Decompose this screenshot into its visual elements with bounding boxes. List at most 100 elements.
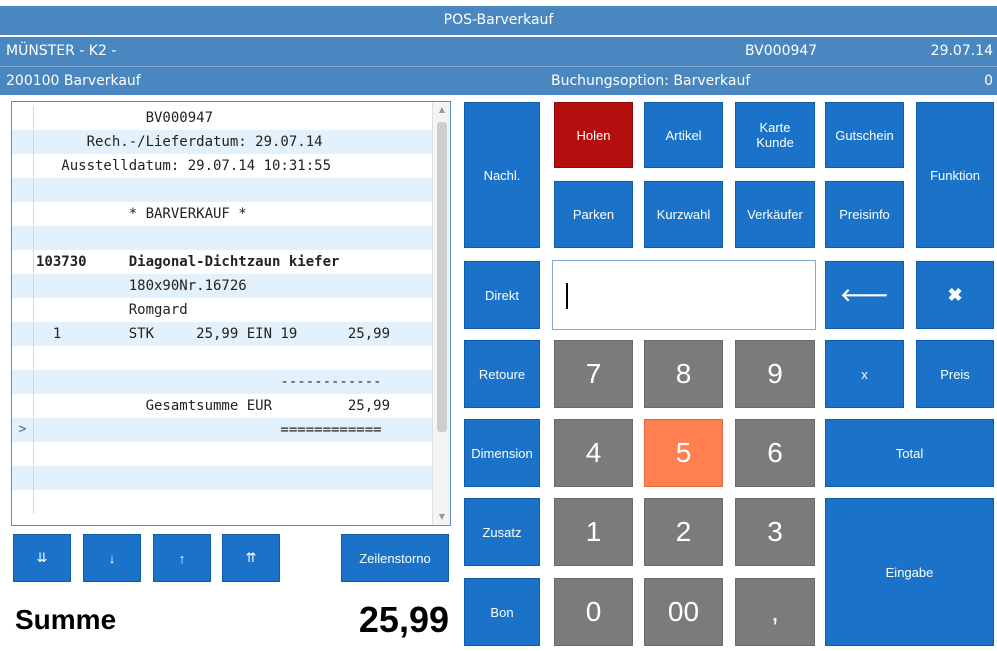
row-indicator (12, 250, 34, 274)
receipt-row[interactable] (12, 490, 432, 514)
kurzwahl-button[interactable]: Kurzwahl (644, 181, 723, 248)
receipt-row[interactable]: Rech.-/Lieferdatum: 29.07.14 (12, 130, 432, 154)
key-7[interactable]: 7 (554, 340, 633, 408)
key-1[interactable]: 1 (554, 498, 633, 566)
receipt-row[interactable]: Gesamtsumme EUR 25,99 (12, 394, 432, 418)
key-comma-label: , (771, 596, 779, 627)
window-titlebar: POS-Barverkauf (0, 6, 997, 35)
receipt-row[interactable]: Ausstelldatum: 29.07.14 10:31:55 (12, 154, 432, 178)
karte-kunde-label-1: Karte (759, 120, 791, 135)
key-4[interactable]: 4 (554, 419, 633, 487)
scroll-down-button[interactable]: ↓ (83, 534, 141, 582)
holen-label: Holen (576, 127, 611, 143)
sum-value: 25,99 (358, 599, 449, 640)
verkaeufer-button[interactable]: Verkäufer (735, 181, 815, 248)
zusatz-button[interactable]: Zusatz (464, 498, 540, 566)
receipt-row[interactable]: 180x90Nr.16726 (12, 274, 432, 298)
key-comma[interactable]: , (735, 578, 815, 646)
artikel-button[interactable]: Artikel (644, 102, 723, 168)
row-indicator (12, 226, 34, 250)
row-indicator: > (12, 418, 34, 442)
total-button[interactable]: Total (825, 419, 994, 487)
scroll-thumb[interactable] (437, 122, 447, 432)
receipt-row[interactable]: > ============ (12, 418, 432, 442)
key-00[interactable]: 00 (644, 578, 723, 646)
key-3-label: 3 (767, 516, 783, 547)
receipt-row[interactable] (12, 226, 432, 250)
scroll-top-button[interactable]: ⇈ (222, 534, 280, 582)
receipt-row-text: 1 STK 25,99 EIN 19 25,99 (36, 326, 391, 342)
header-row-1: MÜNSTER - K2 - BV000947 29.07.14 (0, 37, 997, 66)
karte-kunde-label-2: Kunde (756, 135, 794, 150)
key-8-label: 8 (675, 358, 692, 389)
text-caret (566, 283, 568, 309)
header-date: 29.07.14 (930, 43, 993, 59)
verkaeufer-label: Verkäufer (747, 207, 803, 222)
bon-button[interactable]: Bon (464, 578, 540, 646)
key-9-label: 9 (767, 358, 783, 389)
key-2[interactable]: 2 (644, 498, 723, 566)
karte-kunde-button[interactable]: Karte Kunde (735, 102, 815, 168)
receipt-row[interactable]: Romgard (12, 298, 432, 322)
eingabe-button[interactable]: Eingabe (825, 498, 994, 646)
booking-option: Buchungsoption: Barverkauf (551, 73, 751, 89)
retoure-button[interactable]: Retoure (464, 340, 540, 408)
holen-button[interactable]: Holen (554, 102, 633, 168)
direkt-label: Direkt (485, 287, 519, 303)
key-3[interactable]: 3 (735, 498, 815, 566)
funktion-button[interactable]: Funktion (916, 102, 994, 248)
multiply-button[interactable]: x (825, 340, 904, 408)
direkt-button[interactable]: Direkt (464, 261, 540, 329)
scroll-bottom-button[interactable]: ⇊ (13, 534, 71, 582)
sum-label: Summe (15, 604, 117, 635)
receipt-list[interactable]: BV000947 Rech.-/Lieferdatum: 29.07.14 Au… (11, 101, 451, 526)
nachl-button[interactable]: Nachl. (464, 102, 540, 248)
receipt-row-text: BV000947 (36, 110, 214, 126)
key-2-label: 2 (675, 516, 692, 547)
receipt-row[interactable] (12, 442, 432, 466)
amount-input[interactable] (552, 260, 816, 330)
key-5[interactable]: 5 (644, 419, 723, 487)
row-indicator (12, 442, 34, 466)
retoure-label: Retoure (478, 366, 526, 382)
preis-label: Preis (940, 366, 970, 382)
key-8[interactable]: 8 (644, 340, 723, 408)
receipt-row[interactable] (12, 346, 432, 370)
receipt-row[interactable] (12, 178, 432, 202)
dimension-button[interactable]: Dimension (464, 419, 540, 487)
artikel-label: Artikel (665, 127, 702, 143)
backspace-button[interactable]: 🡐 (825, 261, 904, 329)
down-arrow-icon: ↓ (108, 550, 116, 566)
scroll-up-icon[interactable]: ▲ (433, 102, 450, 118)
parken-button[interactable]: Parken (554, 181, 633, 248)
gutschein-button[interactable]: Gutschein (825, 102, 904, 168)
double-up-arrow-icon: ⇈ (245, 550, 257, 565)
line-cancel-button[interactable]: Zeilenstorno (341, 534, 449, 582)
scroll-up-button[interactable]: ↑ (153, 534, 211, 582)
preisinfo-button[interactable]: Preisinfo (825, 181, 904, 248)
key-9[interactable]: 9 (735, 340, 815, 408)
receipt-row[interactable]: ------------ (12, 370, 432, 394)
eingabe-label: Eingabe (885, 564, 934, 580)
key-5-label: 5 (675, 437, 692, 468)
up-arrow-icon: ↑ (178, 550, 186, 566)
scroll-down-icon[interactable]: ▼ (433, 509, 450, 525)
total-label: Total (895, 445, 924, 461)
receipt-row-text: Rech.-/Lieferdatum: 29.07.14 (36, 134, 323, 150)
receipt-row[interactable] (12, 466, 432, 490)
key-6[interactable]: 6 (735, 419, 815, 487)
receipt-row[interactable]: * BARVERKAUF * (12, 202, 432, 226)
clear-button[interactable]: ✖ (916, 261, 994, 329)
document-number: BV000947 (745, 43, 818, 59)
row-indicator (12, 106, 34, 130)
row-indicator (12, 370, 34, 394)
receipt-row[interactable]: BV000947 (12, 106, 432, 130)
receipt-row-text: Ausstelldatum: 29.07.14 10:31:55 (36, 158, 332, 174)
backspace-arrow-icon: 🡐 (840, 284, 889, 305)
row-indicator (12, 274, 34, 298)
key-0[interactable]: 0 (554, 578, 633, 646)
preis-button[interactable]: Preis (916, 340, 994, 408)
receipt-row[interactable]: 103730 Diagonal-Dichtzaun kiefer (12, 250, 432, 274)
receipt-row[interactable]: 1 STK 25,99 EIN 19 25,99 (12, 322, 432, 346)
receipt-scrollbar[interactable]: ▲ ▼ (432, 102, 450, 525)
